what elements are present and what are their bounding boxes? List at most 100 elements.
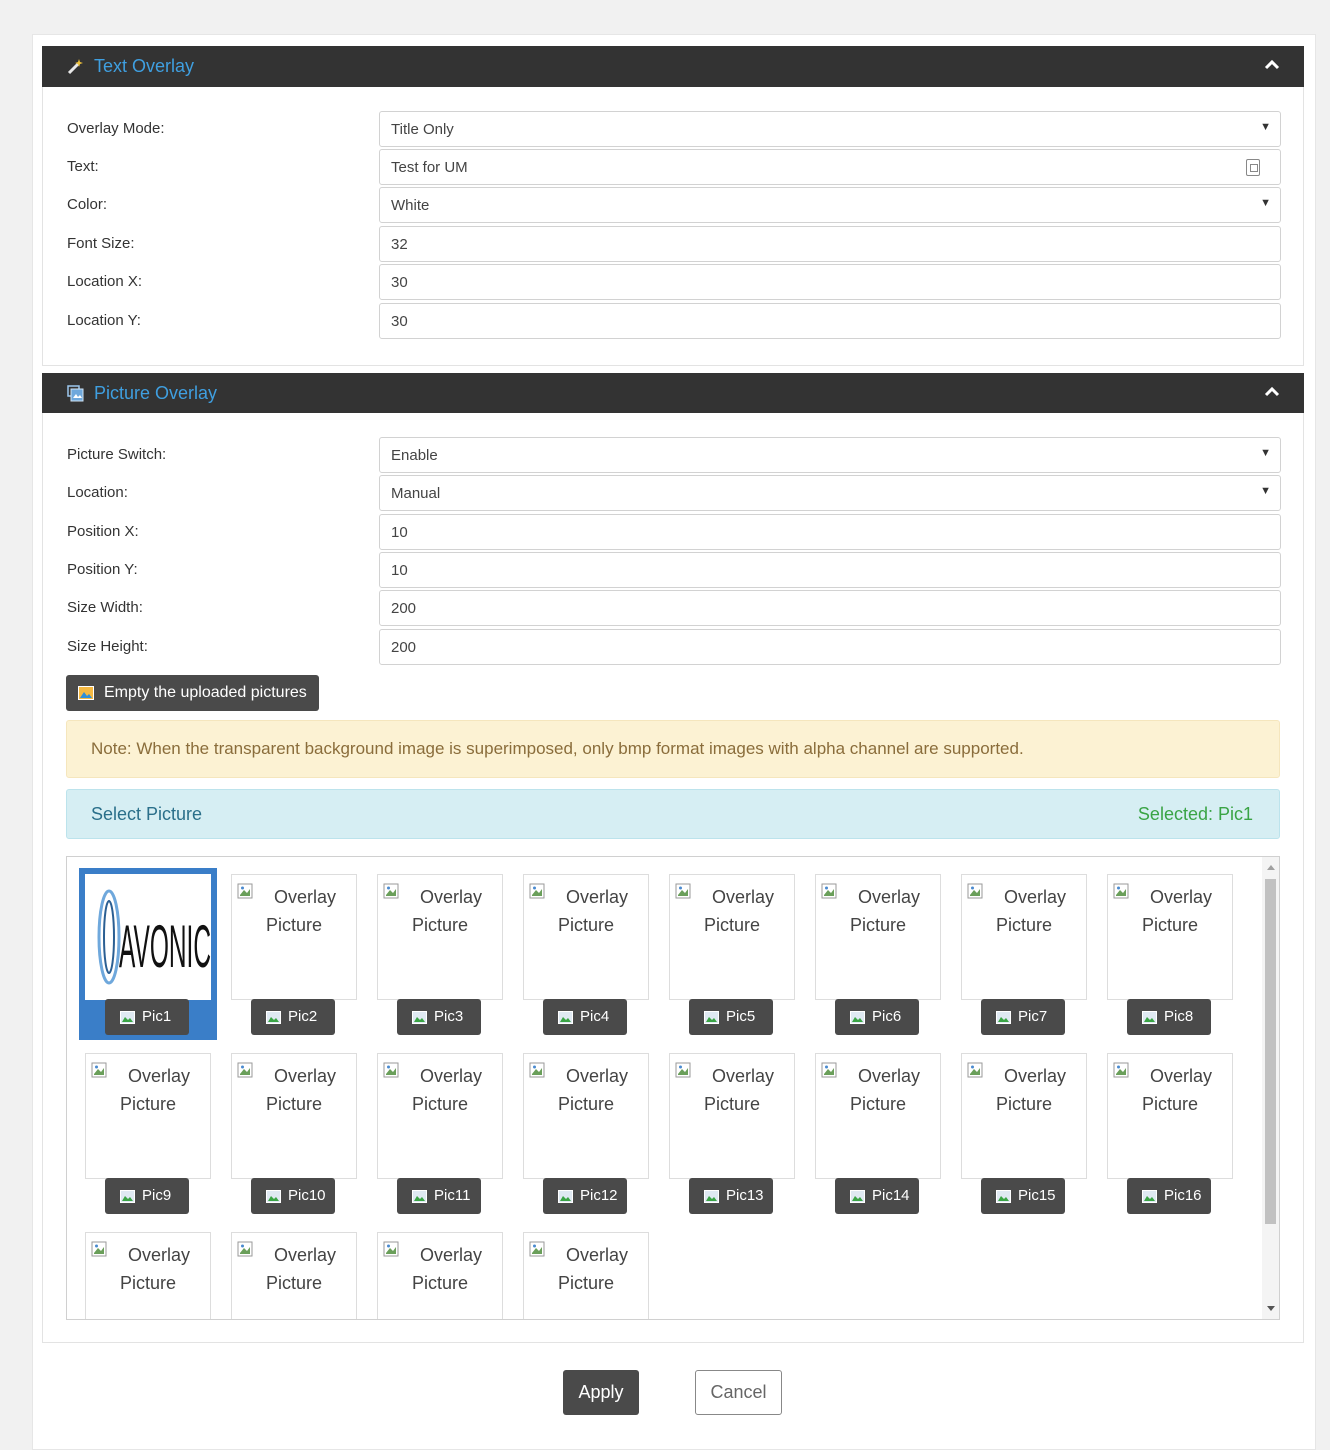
location-x-label: Location X:: [67, 273, 143, 290]
picture-name: Pic2: [288, 1008, 318, 1025]
font-size-row: Font Size: 32: [67, 226, 1281, 262]
picture-cell[interactable]: Overlay Picture Pic9: [79, 1047, 217, 1219]
vertical-scrollbar[interactable]: [1262, 857, 1279, 1319]
select-picture-button[interactable]: Pic14: [835, 1178, 919, 1214]
location-y-input[interactable]: 30: [379, 303, 1281, 339]
picture-cell[interactable]: Overlay Picture Pic10: [225, 1047, 363, 1219]
font-size-input[interactable]: 32: [379, 226, 1281, 262]
position-y-label: Position Y:: [67, 561, 138, 578]
picture-overlay-header[interactable]: Picture Overlay: [42, 373, 1304, 414]
text-input[interactable]: Test for UM: [379, 149, 1281, 185]
alt-text-line1: Overlay: [1149, 887, 1212, 907]
select-picture-button[interactable]: Pic1: [105, 999, 189, 1035]
select-picture-button[interactable]: Pic9: [105, 1178, 189, 1214]
picture-cell[interactable]: Overlay Picture Pic3: [371, 868, 509, 1040]
select-picture-button[interactable]: Pic12: [543, 1178, 627, 1214]
picture-cell[interactable]: Overlay Picture Pic2: [225, 868, 363, 1040]
select-picture-button[interactable]: Pic15: [981, 1178, 1065, 1214]
overlay-mode-select[interactable]: Title Only ▼: [379, 111, 1281, 147]
select-picture-button[interactable]: Pic16: [1127, 1178, 1211, 1214]
alt-text-line1: Overlay: [1003, 1066, 1066, 1086]
chevron-up-icon[interactable]: [1264, 57, 1280, 73]
picture-cell[interactable]: Overlay Picture: [225, 1226, 363, 1319]
picture-cell[interactable]: Overlay Picture: [517, 1226, 655, 1319]
chevron-up-icon[interactable]: [1264, 384, 1280, 400]
alt-text: Overlay Picture: [962, 1062, 1086, 1118]
picture-cell[interactable]: AVONIC Pic1: [79, 868, 217, 1040]
color-select[interactable]: White ▼: [379, 187, 1281, 223]
picture-cell[interactable]: Overlay Picture: [371, 1226, 509, 1319]
picture-cell[interactable]: Overlay Picture Pic11: [371, 1047, 509, 1219]
scroll-up-icon[interactable]: [1267, 865, 1275, 870]
location-select[interactable]: Manual ▼: [379, 475, 1281, 511]
size-width-row: Size Width: 200: [67, 590, 1281, 626]
picture-placeholder[interactable]: Overlay Picture: [85, 1232, 211, 1319]
image-icon: [412, 1011, 427, 1024]
picture-placeholder[interactable]: Overlay Picture: [815, 874, 941, 1000]
picture-placeholder[interactable]: Overlay Picture: [523, 1053, 649, 1179]
select-picture-button[interactable]: Pic7: [981, 999, 1065, 1035]
picture-cell[interactable]: Overlay Picture: [79, 1226, 217, 1319]
alt-text: Overlay Picture: [378, 883, 502, 939]
select-picture-button[interactable]: Pic2: [251, 999, 335, 1035]
select-picture-button[interactable]: Pic5: [689, 999, 773, 1035]
select-picture-button[interactable]: Pic10: [251, 1178, 335, 1214]
picture-placeholder[interactable]: Overlay Picture: [669, 1053, 795, 1179]
picture-placeholder[interactable]: Overlay Picture: [523, 1232, 649, 1319]
picture-placeholder[interactable]: Overlay Picture: [231, 1053, 357, 1179]
select-picture-button[interactable]: Pic3: [397, 999, 481, 1035]
position-x-input[interactable]: 10: [379, 514, 1281, 550]
alt-text-line2: Picture: [119, 1094, 177, 1114]
picture-placeholder[interactable]: Overlay Picture: [961, 1053, 1087, 1179]
picture-cell[interactable]: Overlay Picture Pic5: [663, 868, 801, 1040]
picture-cell[interactable]: Overlay Picture Pic7: [955, 868, 1093, 1040]
picture-cell[interactable]: Overlay Picture Pic15: [955, 1047, 1093, 1219]
select-picture-button[interactable]: Pic13: [689, 1178, 773, 1214]
picture-placeholder[interactable]: Overlay Picture: [523, 874, 649, 1000]
picture-cell[interactable]: Overlay Picture Pic12: [517, 1047, 655, 1219]
picture-placeholder[interactable]: Overlay Picture: [231, 1232, 357, 1319]
cancel-button[interactable]: Cancel: [695, 1370, 782, 1415]
picture-thumbnail[interactable]: AVONIC: [85, 874, 211, 1000]
location-x-input[interactable]: 30: [379, 264, 1281, 300]
select-picture-button[interactable]: Pic4: [543, 999, 627, 1035]
scrollbar-thumb[interactable]: [1265, 879, 1276, 1224]
alt-text-line1: Overlay: [1149, 1066, 1212, 1086]
select-picture-button[interactable]: Pic6: [835, 999, 919, 1035]
picture-placeholder[interactable]: Overlay Picture: [85, 1053, 211, 1179]
picture-name: Pic11: [434, 1187, 471, 1204]
picture-switch-select[interactable]: Enable ▼: [379, 437, 1281, 473]
select-picture-button[interactable]: Pic8: [1127, 999, 1211, 1035]
picture-grid[interactable]: AVONIC Pic1 Overlay Picture Pic2 Overlay Pictu…: [66, 856, 1280, 1320]
picture-cell[interactable]: Overlay Picture Pic6: [809, 868, 947, 1040]
position-y-input[interactable]: 10: [379, 552, 1281, 588]
picture-placeholder[interactable]: Overlay Picture: [377, 874, 503, 1000]
picture-placeholder[interactable]: Overlay Picture: [377, 1232, 503, 1319]
scroll-down-icon[interactable]: [1267, 1306, 1275, 1311]
size-width-input[interactable]: 200: [379, 590, 1281, 626]
alt-text-line2: Picture: [557, 915, 615, 935]
apply-button[interactable]: Apply: [563, 1370, 639, 1415]
picture-placeholder[interactable]: Overlay Picture: [1107, 1053, 1233, 1179]
picture-cell[interactable]: Overlay Picture Pic4: [517, 868, 655, 1040]
keyboard-icon[interactable]: [1246, 159, 1260, 176]
wand-icon: [67, 59, 83, 75]
select-picture-button[interactable]: Pic11: [397, 1178, 481, 1214]
alt-text: Overlay Picture: [1108, 1062, 1232, 1118]
alt-text-line2: Picture: [557, 1273, 615, 1293]
picture-cell[interactable]: Overlay Picture Pic13: [663, 1047, 801, 1219]
size-height-input[interactable]: 200: [379, 629, 1281, 665]
picture-cell[interactable]: Overlay Picture Pic14: [809, 1047, 947, 1219]
picture-placeholder[interactable]: Overlay Picture: [1107, 874, 1233, 1000]
picture-placeholder[interactable]: Overlay Picture: [961, 874, 1087, 1000]
picture-placeholder[interactable]: Overlay Picture: [815, 1053, 941, 1179]
picture-name: Pic4: [580, 1008, 610, 1025]
empty-pictures-button[interactable]: Empty the uploaded pictures: [66, 675, 319, 711]
picture-cell[interactable]: Overlay Picture Pic16: [1101, 1047, 1239, 1219]
text-overlay-header[interactable]: Text Overlay: [42, 46, 1304, 87]
picture-cell[interactable]: Overlay Picture Pic8: [1101, 868, 1239, 1040]
location-value: Manual: [391, 485, 441, 502]
picture-placeholder[interactable]: Overlay Picture: [231, 874, 357, 1000]
picture-placeholder[interactable]: Overlay Picture: [377, 1053, 503, 1179]
picture-placeholder[interactable]: Overlay Picture: [669, 874, 795, 1000]
